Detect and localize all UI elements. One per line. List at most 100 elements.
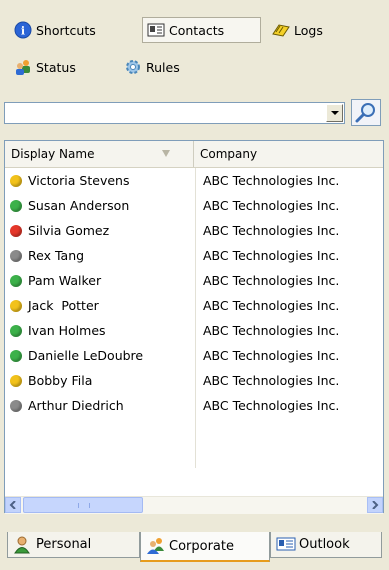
empty-row — [5, 418, 383, 443]
scroll-right-button[interactable] — [367, 497, 383, 513]
contacts-table: Display Name Company Victoria Stevens AB… — [4, 140, 384, 513]
magnifier-icon — [352, 103, 380, 128]
logs-button[interactable]: Logs — [268, 17, 327, 43]
tab-corporate[interactable]: Corporate — [140, 532, 270, 562]
cell-company: ABC Technologies Inc. — [203, 273, 340, 288]
horizontal-scrollbar[interactable] — [5, 496, 383, 514]
status-button[interactable]: Status — [10, 54, 80, 80]
table-row[interactable]: Silvia Gomez ABC Technologies Inc. — [5, 218, 383, 243]
table-row[interactable]: Danielle LeDoubre ABC Technologies Inc. — [5, 343, 383, 368]
chevron-right-icon — [372, 501, 379, 509]
cell-display-name: Bobby Fila — [5, 368, 196, 393]
search-dropdown-button[interactable] — [326, 104, 343, 122]
table-row[interactable]: Jack Potter ABC Technologies Inc. — [5, 293, 383, 318]
shortcuts-button[interactable]: i Shortcuts — [10, 17, 100, 43]
sort-arrow-icon — [162, 150, 170, 157]
tab-outlook[interactable]: Outlook — [270, 532, 382, 558]
scroll-left-button[interactable] — [5, 497, 21, 513]
cell-display-name: Pam Walker — [5, 268, 196, 293]
contact-name: Susan Anderson — [28, 198, 130, 213]
bottom-tabs: Personal Corporate Outlook — [0, 524, 389, 570]
empty-row — [5, 443, 383, 468]
column-header-company[interactable]: Company — [194, 141, 383, 167]
table-row[interactable]: Rex Tang ABC Technologies Inc. — [5, 243, 383, 268]
logs-icon — [272, 21, 290, 39]
contact-name: Arthur Diedrich — [28, 398, 124, 413]
cell-company: ABC Technologies Inc. — [203, 398, 340, 413]
table-header: Display Name Company — [5, 141, 383, 168]
logs-label: Logs — [294, 22, 323, 38]
cell-display-name: Jack Potter — [5, 293, 196, 318]
cell-company: ABC Technologies Inc. — [203, 223, 340, 238]
address-book-icon — [147, 21, 165, 39]
column-header-label: Display Name — [11, 147, 95, 161]
contact-name: Ivan Holmes — [28, 323, 106, 338]
gear-icon — [124, 58, 142, 76]
empty-cell — [196, 418, 383, 443]
column-header-label: Company — [200, 147, 258, 161]
contact-name: Pam Walker — [28, 273, 102, 288]
rules-button[interactable]: Rules — [120, 54, 184, 80]
chevron-down-icon — [330, 111, 339, 115]
tab-personal[interactable]: Personal — [7, 532, 140, 558]
status-icon — [10, 399, 22, 412]
info-icon: i — [14, 21, 32, 39]
status-icon — [10, 199, 22, 212]
table-row[interactable]: Pam Walker ABC Technologies Inc. — [5, 268, 383, 293]
table-row[interactable]: Victoria Stevens ABC Technologies Inc. — [5, 168, 383, 193]
contacts-label: Contacts — [169, 22, 225, 38]
shortcuts-label: Shortcuts — [36, 22, 96, 38]
tab-outlook-label: Outlook — [299, 537, 350, 552]
address-card-icon — [276, 536, 296, 554]
contact-name: Victoria Stevens — [28, 173, 130, 188]
status-icon — [10, 274, 22, 287]
cell-display-name: Danielle LeDoubre — [5, 343, 196, 368]
empty-cell — [196, 443, 383, 468]
cell-display-name: Silvia Gomez — [5, 218, 196, 243]
status-icon — [10, 324, 22, 337]
contact-name: Bobby Fila — [28, 373, 93, 388]
status-icon — [10, 174, 22, 187]
contact-name: Danielle LeDoubre — [28, 348, 144, 363]
status-icon — [10, 349, 22, 362]
table-row[interactable]: Arthur Diedrich ABC Technologies Inc. — [5, 393, 383, 418]
cell-display-name: Arthur Diedrich — [5, 393, 196, 418]
tab-personal-label: Personal — [36, 537, 92, 552]
contact-name: Jack Potter — [28, 298, 99, 313]
person-icon — [13, 536, 31, 554]
search-combobox[interactable] — [4, 102, 345, 124]
status-icon — [10, 224, 22, 237]
cell-company: ABC Technologies Inc. — [203, 298, 340, 313]
contacts-button[interactable]: Contacts — [142, 17, 261, 43]
scrollbar-thumb[interactable] — [23, 497, 143, 513]
column-header-display-name[interactable]: Display Name — [5, 141, 194, 167]
empty-cell — [5, 443, 196, 468]
cell-display-name: Rex Tang — [5, 243, 196, 268]
cell-company: ABC Technologies Inc. — [203, 198, 340, 213]
contact-name: Silvia Gomez — [28, 223, 110, 238]
table-row[interactable]: Bobby Fila ABC Technologies Inc. — [5, 368, 383, 393]
svg-text:i: i — [21, 25, 25, 38]
tab-corporate-label: Corporate — [169, 538, 234, 554]
table-body: Victoria Stevens ABC Technologies Inc. S… — [5, 168, 383, 468]
grip-icon — [78, 503, 90, 508]
toolbar: i Shortcuts Contacts Logs Status Rules — [0, 0, 389, 90]
group-icon — [146, 537, 164, 555]
cell-company: ABC Technologies Inc. — [203, 373, 340, 388]
status-label: Status — [36, 59, 76, 75]
status-icon — [10, 299, 22, 312]
cell-company: ABC Technologies Inc. — [203, 348, 340, 363]
cell-company: ABC Technologies Inc. — [203, 323, 340, 338]
search-button[interactable] — [351, 99, 381, 126]
cell-company: ABC Technologies Inc. — [203, 248, 340, 263]
status-people-icon — [14, 58, 32, 76]
status-icon — [10, 374, 22, 387]
table-row[interactable]: Ivan Holmes ABC Technologies Inc. — [5, 318, 383, 343]
cell-company: ABC Technologies Inc. — [203, 173, 340, 188]
table-row[interactable]: Susan Anderson ABC Technologies Inc. — [5, 193, 383, 218]
cell-display-name: Victoria Stevens — [5, 168, 196, 193]
contact-name: Rex Tang — [28, 248, 85, 263]
cell-display-name: Susan Anderson — [5, 193, 196, 218]
rules-label: Rules — [146, 59, 180, 75]
empty-cell — [5, 418, 196, 443]
